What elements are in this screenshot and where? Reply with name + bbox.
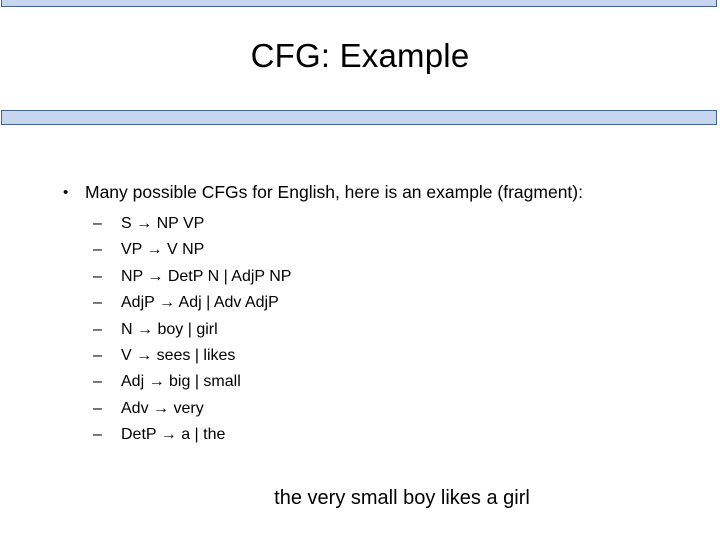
title-rule-top bbox=[1, 0, 717, 7]
dash-marker-icon: – bbox=[93, 294, 102, 312]
dash-marker-icon: – bbox=[93, 399, 102, 417]
arrow-icon: → bbox=[136, 215, 153, 232]
dash-marker-icon: – bbox=[93, 215, 102, 232]
rule-lhs: Adv bbox=[121, 399, 149, 417]
rule-lhs: NP bbox=[121, 267, 143, 285]
rule-rhs: NP VP bbox=[156, 215, 205, 232]
list-item: – AdjP → Adj | Adv AdjP bbox=[93, 290, 720, 316]
slide-body: • Many possible CFGs for English, here i… bbox=[0, 180, 720, 449]
list-item: – N → boy | girl bbox=[93, 317, 720, 343]
dash-marker-icon: – bbox=[93, 320, 102, 338]
rule-rhs: Adj | Adv AdjP bbox=[178, 294, 279, 312]
list-item: – V → sees | likes bbox=[93, 343, 720, 369]
arrow-icon: → bbox=[148, 373, 165, 391]
rule-rhs: DetP N | AdjP NP bbox=[167, 267, 292, 285]
rule-rhs: V NP bbox=[166, 241, 205, 259]
bullet-item-intro: • Many possible CFGs for English, here i… bbox=[58, 180, 615, 205]
rule-lhs: DetP bbox=[121, 426, 157, 444]
bullet-marker-icon: • bbox=[63, 184, 69, 201]
rule-lhs: VP bbox=[121, 241, 143, 259]
dash-marker-icon: – bbox=[93, 267, 102, 285]
rule-lhs: Adj bbox=[121, 373, 145, 391]
rule-lhs: S bbox=[121, 215, 132, 232]
list-item: – DetP → a | the bbox=[93, 422, 720, 448]
arrow-icon: → bbox=[136, 347, 153, 365]
rule-rhs: big | small bbox=[169, 373, 241, 391]
list-item: – Adv → very bbox=[93, 396, 720, 422]
dash-marker-icon: – bbox=[93, 373, 102, 391]
slide: CFG: Example • Many possible CFGs for En… bbox=[0, 0, 720, 540]
rule-rhs: very bbox=[173, 399, 204, 417]
rule-lhs: V bbox=[121, 347, 132, 365]
dash-marker-icon: – bbox=[93, 241, 102, 259]
rule-lhs: N bbox=[121, 320, 133, 338]
list-item: – VP → V NP bbox=[93, 237, 720, 263]
arrow-icon: → bbox=[146, 241, 163, 259]
list-item: – Adj → big | small bbox=[93, 369, 720, 395]
arrow-icon: → bbox=[137, 320, 154, 338]
arrow-icon: → bbox=[158, 294, 175, 312]
rule-rhs: sees | likes bbox=[156, 347, 236, 365]
rule-rhs: a | the bbox=[181, 426, 226, 444]
dash-marker-icon: – bbox=[93, 347, 102, 365]
title-rule-bottom bbox=[1, 110, 717, 125]
derived-sentence: the very small boy likes a girl bbox=[274, 487, 530, 509]
dash-marker-icon: – bbox=[93, 426, 102, 444]
grammar-rules-list: – S → NP VP – VP → V NP – NP → DetP N | … bbox=[0, 211, 720, 449]
bullet-item-intro-text: Many possible CFGs for English, here is … bbox=[85, 182, 583, 202]
page-title: CFG: Example bbox=[250, 37, 470, 74]
arrow-icon: → bbox=[160, 426, 177, 444]
rule-lhs: AdjP bbox=[121, 294, 155, 312]
rule-rhs: boy | girl bbox=[157, 320, 218, 338]
list-item: – NP → DetP N | AdjP NP bbox=[93, 264, 720, 290]
arrow-icon: → bbox=[147, 267, 164, 285]
arrow-icon: → bbox=[153, 399, 170, 417]
list-item: – S → NP VP bbox=[93, 211, 720, 237]
